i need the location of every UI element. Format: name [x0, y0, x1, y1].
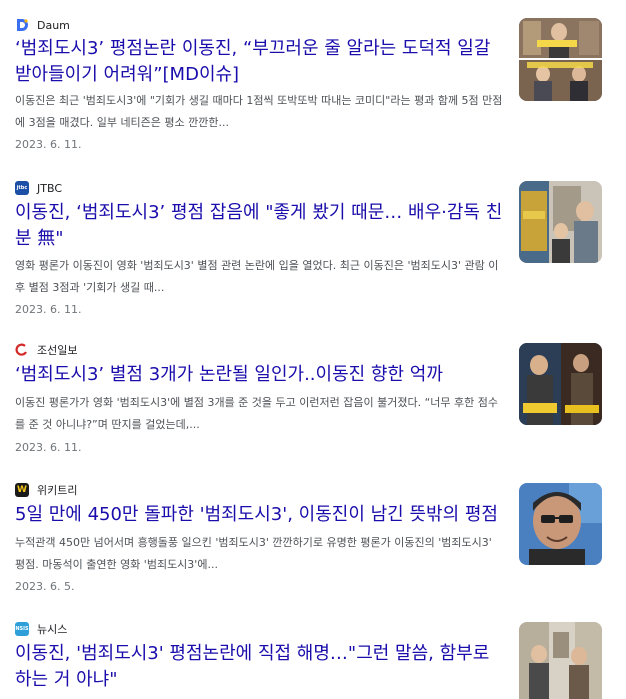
result-thumbnail[interactable] [519, 343, 602, 425]
source[interactable]: W 위키트리 [15, 482, 77, 498]
result-title[interactable]: 이동진, ‘범죄도시3’ 평점 잡음에 "좋게 봤기 때문… 배우·감독 친분 … [15, 200, 505, 252]
source-name: 위키트리 [37, 484, 78, 497]
source[interactable]: Daum [15, 17, 70, 33]
result-thumbnail[interactable] [519, 181, 602, 263]
result-snippet: 이동진 평론가가 영화 '범죄도시3'에 별점 3개를 준 것을 두고 이런저런… [15, 396, 498, 431]
result-snippet: 영화 평론가 이동진이 영화 '범죄도시3' 별점 관련 논란에 입을 열었다.… [15, 259, 499, 294]
result-thumbnail[interactable] [519, 18, 602, 101]
result-title[interactable]: 이동진, '범죄도시3' 평점논란에 직접 해명…"그런 말씀, 함부로 하는 … [15, 641, 505, 693]
result-snippet: 이동진은 최근 '범죄도시3'에 "기회가 생길 때마다 1점씩 또박또박 따내… [15, 94, 503, 129]
chosun-icon [15, 343, 29, 357]
wikitree-icon: W [15, 483, 29, 497]
jtbc-icon: jtbc [15, 181, 29, 195]
result-title[interactable]: ‘범죄도시3’ 평점논란 이동진, “부끄러운 줄 알라는 도덕적 일갈 받아들… [15, 36, 505, 88]
result-thumbnail[interactable] [519, 622, 602, 699]
result-date: 2023. 6. 5. [15, 580, 75, 593]
source-name: 뉴시스 [37, 623, 68, 636]
source-name: JTBC [37, 181, 62, 195]
result-thumbnail[interactable] [519, 483, 602, 565]
result-title[interactable]: ‘범죄도시3’ 별점 3개가 논란될 일인가..이동진 향한 억까 [15, 362, 505, 388]
result-date: 2023. 6. 11. [15, 441, 82, 454]
source[interactable]: 조선일보 [15, 342, 77, 358]
result-date: 2023. 6. 11. [15, 138, 82, 151]
source[interactable]: NSIS 뉴시스 [15, 621, 67, 637]
daum-icon [15, 18, 29, 32]
result-date: 2023. 6. 11. [15, 303, 82, 316]
source[interactable]: jtbc JTBC [15, 180, 62, 196]
source-name: 조선일보 [37, 344, 78, 357]
result-snippet: 누적관객 450만 넘어서며 흥행돌풍 일으킨 '범죄도시3' 깐깐하기로 유명… [15, 536, 492, 571]
result-title[interactable]: 5일 만에 450만 돌파한 '범죄도시3', 이동진이 남긴 뜻밖의 평점 [15, 502, 505, 528]
newsis-icon: NSIS [15, 622, 29, 636]
source-name: Daum [37, 18, 70, 32]
